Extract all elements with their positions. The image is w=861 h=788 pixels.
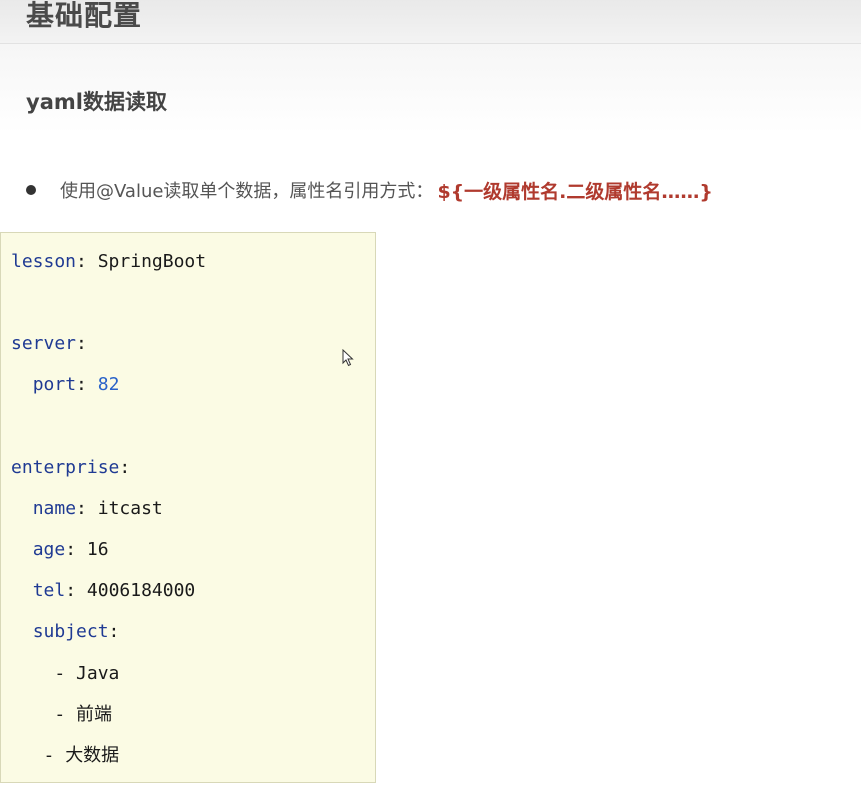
code-line-name: name: itcast <box>32 498 163 519</box>
yaml-value-lesson: SpringBoot <box>97 251 207 272</box>
code-line-subject: subject: <box>32 621 120 642</box>
yaml-code-block: lesson: SpringBoot server: port: 82 ente… <box>0 232 376 783</box>
yaml-key-server: server <box>11 333 77 354</box>
yaml-value-name: itcast <box>97 498 163 519</box>
code-line-server: server: <box>11 333 87 354</box>
yaml-key-port: port <box>32 374 77 395</box>
code-line-enterprise: enterprise: <box>11 457 131 478</box>
page-title: 基础配置 <box>26 0 143 32</box>
bullet-item: 使用@Value读取单个数据，属性名引用方式： ${一级属性名.二级属性名……} <box>26 174 713 206</box>
yaml-key-lesson: lesson <box>11 251 77 272</box>
yaml-value-age: 16 <box>86 539 109 560</box>
code-line-lesson: lesson: SpringBoot <box>11 251 207 272</box>
bullet-text: 使用@Value读取单个数据，属性名引用方式： <box>60 181 434 202</box>
mouse-pointer-icon <box>342 349 354 367</box>
code-line-port: port: 82 <box>32 374 120 395</box>
yaml-list-item: 大数据 <box>65 745 120 766</box>
bullet-dot <box>26 185 36 195</box>
yaml-key-age: age <box>32 539 66 560</box>
code-line-tel: tel: 4006184000 <box>32 580 196 601</box>
yaml-list-item: 前端 <box>76 704 113 725</box>
header-bar: 基础配置 <box>0 0 861 44</box>
yaml-key-enterprise: enterprise <box>11 457 120 478</box>
bullet-code: ${一级属性名.二级属性名……} <box>437 180 713 203</box>
section-title: yaml数据读取 <box>26 90 167 114</box>
yaml-key-tel: tel <box>32 580 66 601</box>
yaml-value-port: 82 <box>97 374 120 395</box>
yaml-key-name: name <box>32 498 77 519</box>
yaml-key-subject: subject <box>32 621 109 642</box>
code-line-subject-item: - 前端 <box>11 704 113 725</box>
code-line-subject-item: - 大数据 <box>11 745 120 766</box>
code-line-subject-item: - Java <box>11 663 120 684</box>
yaml-list-item: Java <box>76 663 120 684</box>
yaml-value-tel: 4006184000 <box>86 580 196 601</box>
code-line-age: age: 16 <box>32 539 109 560</box>
